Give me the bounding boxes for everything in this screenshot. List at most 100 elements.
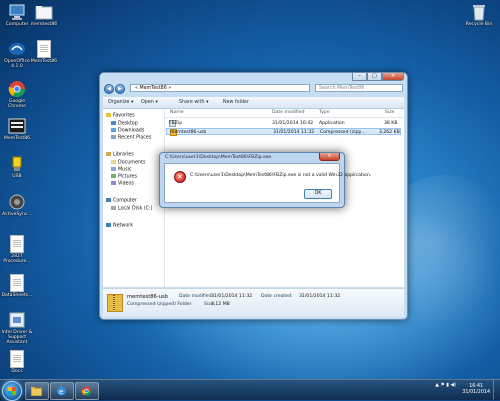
file-row-memtest86-usb[interactable]: memtest86-usb 31/01/2014 11:32 Compresse… (166, 128, 401, 136)
clock-date: 31/01/2014 (462, 390, 490, 395)
desktop-icon-chrome[interactable]: Google Chrome (0, 80, 34, 109)
desktop-icon-memtest86[interactable]: MemTest86 (27, 40, 61, 64)
desktop-icon-label: Recycle Bin (465, 22, 493, 27)
taskbar-ie-button[interactable]: e (50, 382, 74, 400)
internet-explorer-icon: e (56, 386, 67, 396)
folder-icon (30, 386, 43, 397)
file-row-fbzip[interactable]: FBZip 31/01/2014 16:42 Application 38 KB (166, 120, 401, 127)
navigation-pane: Favorites Desktop Downloads Recent Place… (103, 109, 165, 287)
nav-label: Computer (113, 198, 137, 204)
column-name[interactable]: Name (170, 110, 184, 115)
nav-desktop[interactable]: Desktop (111, 121, 138, 128)
desktop-icon-label: memtest86 (30, 22, 58, 27)
nav-computer[interactable]: Computer (106, 198, 137, 205)
document-icon (8, 235, 26, 253)
new-folder-button[interactable]: New folder (223, 99, 249, 106)
drive-icon (111, 206, 116, 210)
nav-label: Libraries (113, 152, 134, 158)
desktop-icon-docs[interactable]: Docs (0, 350, 34, 374)
close-button[interactable]: ✕ (382, 73, 404, 81)
address-text: « MemTest86 » (135, 86, 172, 91)
desktop-icon-memtest86-folder[interactable]: memtest86 (27, 3, 61, 27)
folder-icon (35, 3, 53, 21)
nav-label: Downloads (118, 128, 145, 134)
desktop-icon (111, 121, 116, 125)
ok-button[interactable]: OK (304, 189, 332, 199)
column-size[interactable]: Size (385, 110, 394, 115)
details-name: memtest86-usb (127, 294, 169, 300)
nav-documents[interactable]: Documents (111, 160, 145, 167)
desktop-icon-label: Google Chrome (7, 99, 27, 110)
window-caption[interactable]: – □ ✕ (100, 73, 407, 82)
details-created-value: 31/01/2014 11:32 (299, 294, 341, 299)
nav-label: Documents (118, 160, 146, 166)
videos-icon (111, 181, 116, 185)
search-placeholder: Search MemTest86 (319, 86, 365, 91)
nav-libraries[interactable]: Libraries (106, 152, 134, 159)
start-button[interactable] (2, 381, 22, 401)
details-size-value: 3,12 MB (211, 302, 230, 307)
desktop-icon-label: Intel Driver & Support Assistant (1, 330, 33, 346)
column-type[interactable]: Type (319, 110, 330, 115)
column-date-modified[interactable]: Date modified (272, 110, 305, 115)
error-dialog[interactable]: C:\Users\user1\Desktop\MemTest86\FBZip.e… (159, 152, 371, 208)
address-row: ◀ ▶ « MemTest86 » Search MemTest86 (104, 84, 403, 94)
svg-text:e: e (59, 388, 63, 396)
dialog-body: ✕ C:\Users\user1\Desktop\MemTest86\FBZip… (164, 163, 371, 203)
details-date-value: 31/01/2014 11:32 (211, 294, 253, 299)
clock[interactable]: 16:41 31/01/2014 (462, 384, 490, 396)
nav-label: Pictures (118, 174, 137, 180)
nav-videos[interactable]: Videos (111, 181, 134, 188)
open-button[interactable]: Open ▾ (141, 99, 158, 106)
recycle-bin-icon (470, 3, 488, 21)
error-icon: ✕ (174, 171, 186, 183)
minimize-button[interactable]: – (352, 73, 367, 81)
desktop-icon-usb[interactable]: USB (0, 155, 34, 179)
address-bar[interactable]: « MemTest86 » (130, 84, 310, 92)
system-tray[interactable]: ▲ ⚑ ▮ ◀) (435, 383, 456, 388)
taskbar: e ▲ ⚑ ▮ ◀) 16:41 31/01/2014 (0, 379, 500, 401)
desktop-icon-activesync[interactable]: ActiveSync... (0, 193, 34, 217)
nav-label: Network (113, 223, 134, 229)
desktop-icon-label: Docs (11, 369, 23, 374)
libraries-icon (106, 152, 111, 156)
search-input[interactable]: Search MemTest86 (315, 84, 403, 92)
desktop-icon-memtest86-app[interactable]: MemTest86 (0, 117, 34, 141)
nav-recent-places[interactable]: Recent Places (111, 135, 151, 142)
desktop-icon-label: 2827 Procedure... (3, 254, 31, 265)
nav-pictures[interactable]: Pictures (111, 174, 137, 181)
share-with-button[interactable]: Share with ▾ (179, 99, 208, 106)
details-date-label: Date modified: (179, 294, 214, 299)
dialog-message: C:\Users\user1\Desktop\MemTest86\FBZip.e… (190, 173, 372, 178)
shortcut-icon (8, 311, 26, 329)
document-icon (8, 350, 26, 368)
openoffice-icon (8, 40, 26, 58)
desktop-icon-recycle-bin[interactable]: Recycle Bin (462, 3, 496, 27)
taskbar-chrome-button[interactable] (75, 382, 99, 400)
nav-favorites[interactable]: Favorites (106, 113, 135, 120)
maximize-button[interactable]: □ (367, 73, 382, 81)
desktop-icon-label: MemTest86 (3, 136, 31, 141)
nav-downloads[interactable]: Downloads (111, 128, 144, 135)
taskbar-explorer-button[interactable] (25, 382, 49, 400)
desktop-icon-datasheets[interactable]: DataSheets... (0, 274, 34, 298)
nav-label: Recent Places (118, 135, 152, 141)
nav-local-disk[interactable]: Local Disk (C:) (111, 206, 153, 213)
star-icon (106, 113, 111, 117)
show-desktop-button[interactable] (493, 380, 500, 400)
nav-network[interactable]: Network (106, 223, 133, 230)
dialog-close-button[interactable]: ✕ (319, 153, 340, 161)
nav-music[interactable]: Music (111, 167, 132, 174)
back-button[interactable]: ◀ (104, 84, 114, 94)
nav-label: Videos (118, 181, 134, 187)
desktop-icon-intel-assistant[interactable]: Intel Driver & Support Assistant (0, 311, 34, 346)
desktop-icon-procedure[interactable]: 2827 Procedure... (0, 235, 34, 264)
forward-button[interactable]: ▶ (115, 84, 125, 94)
file-type: Compressed (zipp... (320, 130, 366, 135)
file-date: 31/01/2014 11:32 (273, 130, 315, 135)
nav-label: Desktop (118, 121, 138, 127)
computer-icon (8, 3, 26, 21)
dialog-title: C:\Users\user1\Desktop\MemTest86\FBZip.e… (165, 155, 272, 160)
organize-button[interactable]: Organize ▾ (108, 99, 133, 106)
pictures-icon (111, 174, 116, 178)
